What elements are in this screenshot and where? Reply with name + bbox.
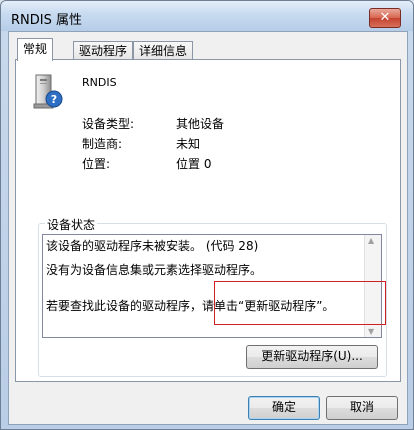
tab-details[interactable]: 详细信息 bbox=[133, 41, 194, 60]
device-type-label: 设备类型: bbox=[82, 117, 135, 131]
status-line: 没有为设备信息集或元素选择驱动程序。 bbox=[46, 263, 263, 277]
scroll-up-icon[interactable]: ▲ bbox=[368, 236, 374, 245]
close-button[interactable]: ✕ bbox=[369, 8, 401, 28]
unknown-device-icon: ? bbox=[33, 74, 63, 109]
tab-general[interactable]: 常规 bbox=[17, 38, 54, 61]
annotation-highlight-box bbox=[214, 281, 386, 325]
location-label: 位置: bbox=[82, 157, 111, 171]
title-bar[interactable]: RNDIS 属性 ✕ bbox=[1, 1, 413, 31]
location-value: 位置 0 bbox=[176, 157, 212, 171]
window-title: RNDIS 属性 bbox=[11, 13, 82, 28]
status-line: 该设备的驱动程序未被安装。 (代码 28) bbox=[46, 239, 259, 253]
general-tab-panel: ? RNDIS 设备类型: 其他设备 制造商: 未知 位置: 位置 0 设备状态… bbox=[15, 59, 401, 382]
device-type-value: 其他设备 bbox=[176, 117, 225, 131]
device-status-title: 设备状态 bbox=[45, 216, 98, 233]
manufacturer-label: 制造商: bbox=[82, 137, 123, 151]
scroll-down-icon[interactable]: ▼ bbox=[368, 327, 374, 336]
update-driver-button[interactable]: 更新驱动程序(U)... bbox=[246, 345, 378, 369]
properties-dialog: RNDIS 属性 ✕ 驱动程序 详细信息 常规 ? RNDIS 设备类型: 其他… bbox=[0, 0, 414, 430]
ok-button[interactable]: 确定 bbox=[248, 396, 320, 420]
cancel-button[interactable]: 取消 bbox=[326, 396, 398, 420]
dialog-body: 驱动程序 详细信息 常规 ? RNDIS 设备类型: 其他设备 制造商: 未知 … bbox=[8, 31, 408, 425]
device-name: RNDIS bbox=[82, 76, 117, 89]
manufacturer-value: 未知 bbox=[176, 137, 201, 151]
svg-text:?: ? bbox=[51, 93, 57, 106]
tab-driver[interactable]: 驱动程序 bbox=[73, 41, 134, 60]
